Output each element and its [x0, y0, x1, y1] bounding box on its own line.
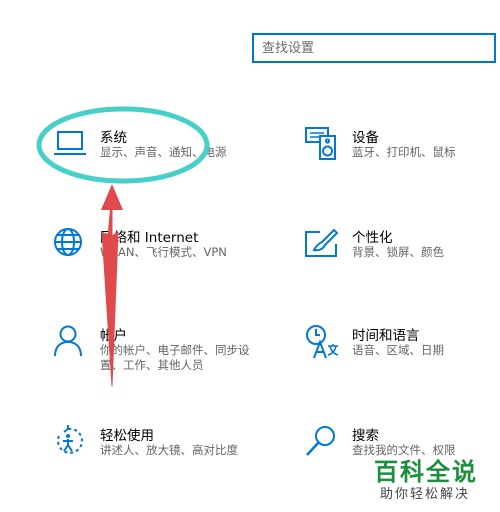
watermark-slogan: 助你轻松解决 — [380, 487, 471, 502]
search-input[interactable] — [262, 39, 482, 57]
laptop-icon — [52, 126, 88, 162]
category-description: 背景、锁屏、颜色 — [352, 245, 444, 259]
category-network[interactable]: 网络和 Internet WLAN、飞行模式、VPN — [52, 226, 252, 268]
category-title: 个性化 — [352, 230, 393, 246]
category-title: 系统 — [100, 130, 127, 146]
paint-icon — [304, 226, 340, 262]
category-description: 你的帐户、电子邮件、同步设 置、工作、其他人员 — [100, 343, 250, 372]
search-box[interactable] — [252, 33, 496, 63]
category-title: 时间和语言 — [352, 328, 420, 344]
category-description: 讲述人、放大镜、高对比度 — [100, 443, 238, 457]
category-title: 网络和 Internet — [100, 230, 199, 246]
category-accounts[interactable]: 帐户 你的帐户、电子邮件、同步设 置、工作、其他人员 — [52, 324, 252, 374]
category-system[interactable]: 系统 显示、声音、通知、电源 — [52, 126, 252, 168]
category-title: 轻松使用 — [100, 428, 154, 444]
user-icon — [52, 324, 88, 360]
time-language-icon — [304, 324, 340, 360]
watermark-logo-text: 百科全说 — [374, 458, 478, 486]
category-title: 搜索 — [352, 428, 379, 444]
category-title: 设备 — [352, 130, 379, 146]
globe-icon — [52, 226, 88, 262]
ease-of-access-icon — [52, 424, 88, 460]
category-ease-of-access[interactable]: 轻松使用 讲述人、放大镜、高对比度 — [52, 424, 252, 466]
category-description: WLAN、飞行模式、VPN — [100, 245, 227, 259]
category-personalization[interactable]: 个性化 背景、锁屏、颜色 — [304, 226, 494, 268]
category-description: 语音、区域、日期 — [352, 343, 444, 357]
pointer-arrowhead — [101, 184, 123, 210]
category-description: 蓝牙、打印机、鼠标 — [352, 145, 456, 159]
category-description: 显示、声音、通知、电源 — [100, 145, 227, 159]
search-icon — [304, 424, 340, 460]
category-title: 帐户 — [100, 328, 127, 344]
category-time-language[interactable]: 时间和语言 语音、区域、日期 — [304, 324, 494, 366]
category-devices[interactable]: 设备 蓝牙、打印机、鼠标 — [304, 126, 494, 168]
keyboard-speaker-icon — [304, 126, 340, 162]
